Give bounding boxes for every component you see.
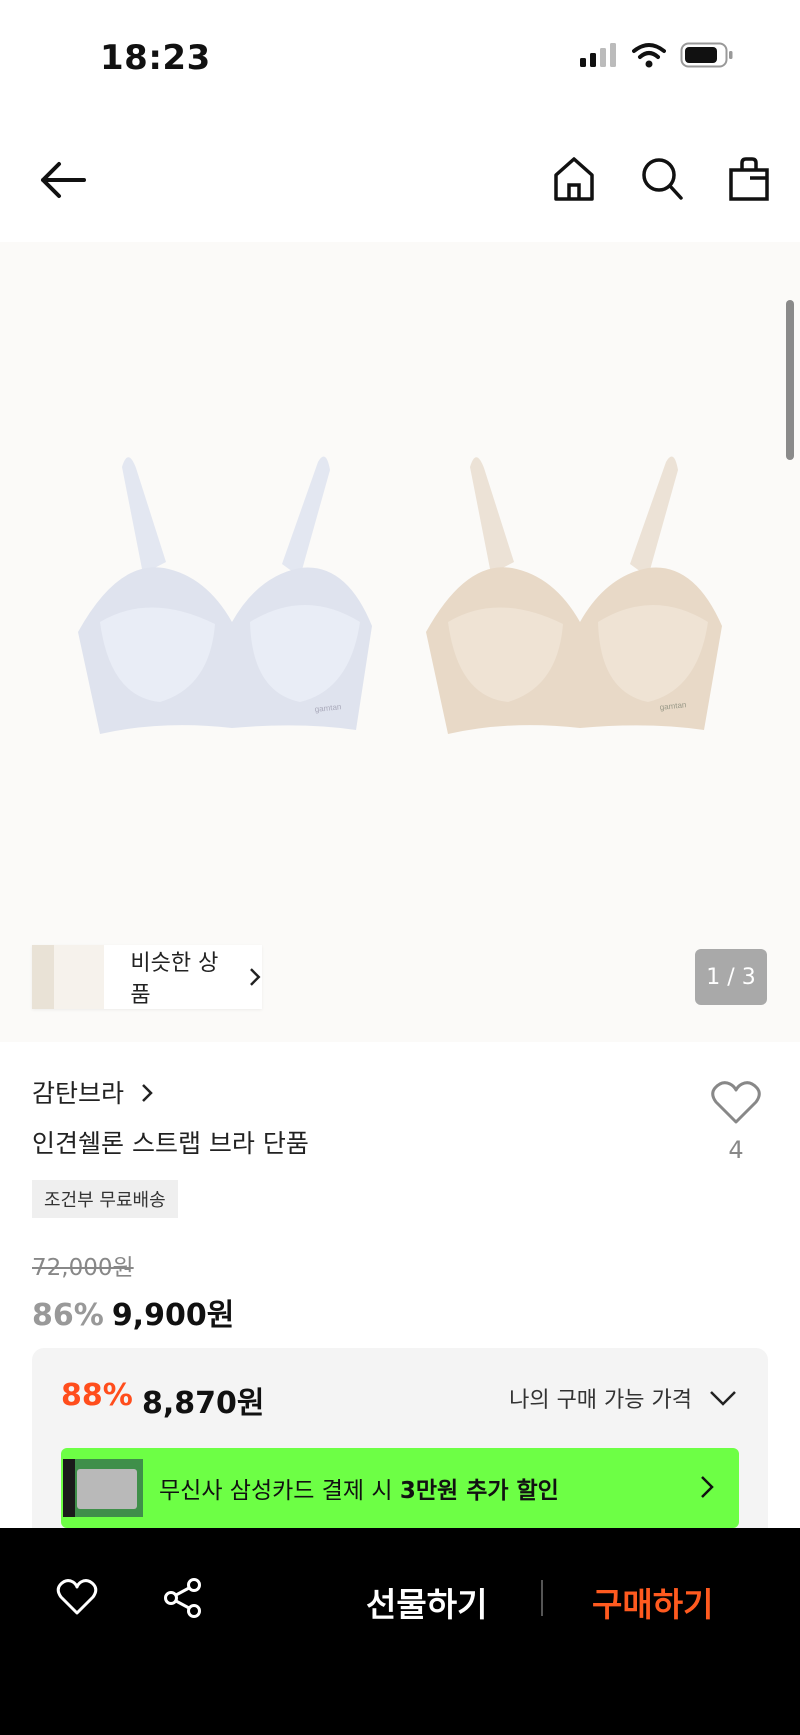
- chevron-down-icon: [710, 1391, 736, 1406]
- chevron-right-icon: [142, 1084, 153, 1102]
- similar-thumbnail: [32, 945, 105, 1009]
- chevron-right-icon: [250, 968, 261, 986]
- bra-blue-image: gamtan: [78, 456, 372, 734]
- search-button[interactable]: [640, 156, 684, 206]
- similar-label: 비슷한 상품: [130, 951, 219, 1008]
- discount-percent: 86%: [32, 1298, 104, 1333]
- sale-price-row: 86% 9,900원: [32, 1290, 234, 1334]
- home-button[interactable]: [552, 156, 596, 206]
- divider: [541, 1580, 543, 1616]
- status-time: 18:23: [100, 38, 211, 78]
- back-button[interactable]: [38, 158, 88, 206]
- shopping-bag-icon: [729, 157, 769, 201]
- cart-button[interactable]: [728, 156, 770, 206]
- sale-price: 9,900원: [111, 1298, 235, 1333]
- bra-beige-image: gamtan: [426, 456, 722, 734]
- home-icon: [554, 157, 594, 201]
- battery-icon: [680, 42, 733, 68]
- like-button[interactable]: 4: [708, 1080, 764, 1164]
- product-image: gamtan gamtan: [78, 456, 722, 734]
- chevron-right-icon: [701, 1476, 714, 1498]
- brand-link[interactable]: 감탄브라: [32, 1074, 154, 1110]
- shipping-badge: 조건부 무료배송: [32, 1180, 178, 1218]
- my-price-toggle[interactable]: 나의 구매 가능 가격: [509, 1382, 738, 1414]
- bottom-action-bar: 선물하기 구매하기: [0, 1528, 800, 1735]
- wifi-icon: [632, 43, 666, 68]
- promo-text: 무신사 삼성카드 결제 시 3만원 추가 할인: [159, 1478, 559, 1504]
- similar-products-button[interactable]: 비슷한 상품: [32, 945, 262, 1009]
- status-icons: [580, 42, 734, 68]
- top-nav: [0, 118, 800, 242]
- wishlist-button[interactable]: [56, 1578, 98, 1620]
- cellular-signal-icon: [580, 43, 616, 67]
- card-promo-banner[interactable]: 무신사 삼성카드 결제 시 3만원 추가 할인: [61, 1448, 739, 1528]
- my-price: 8,870원: [142, 1386, 265, 1421]
- share-icon: [164, 1578, 201, 1618]
- back-arrow-icon: [41, 162, 86, 198]
- heart-icon: [56, 1579, 98, 1615]
- brand-name: 감탄브라: [32, 1079, 125, 1108]
- share-button[interactable]: [162, 1578, 204, 1622]
- gift-button[interactable]: 선물하기: [366, 1578, 487, 1626]
- original-price: 72,000원: [32, 1255, 134, 1281]
- page-indicator: 1 / 3: [695, 949, 767, 1005]
- product-name: 인견쉘론 스트랩 브라 단품: [32, 1129, 309, 1158]
- search-icon: [642, 158, 683, 200]
- heart-icon: [711, 1081, 761, 1124]
- like-count: 4: [728, 1136, 744, 1164]
- product-image-carousel[interactable]: gamtan gamtan: [0, 242, 800, 1042]
- scrollbar[interactable]: [786, 300, 794, 460]
- promo-card-image: [63, 1459, 143, 1517]
- my-price-toggle-label: 나의 구매 가능 가격: [509, 1388, 692, 1413]
- buy-button[interactable]: 구매하기: [592, 1578, 713, 1626]
- my-discount-percent: 88%: [61, 1378, 133, 1413]
- status-bar: 18:23: [0, 0, 800, 118]
